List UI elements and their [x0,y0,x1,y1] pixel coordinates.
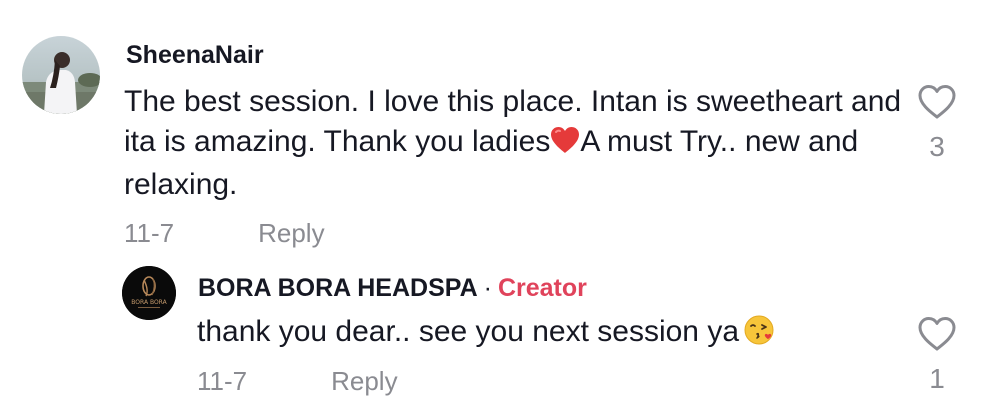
reply-reply-button[interactable]: Reply [331,364,397,398]
bora-bora-logo-icon: BORA BORA [122,266,176,320]
heart-outline-icon [918,317,956,351]
creator-badge: Creator [497,274,587,302]
comment-date: 11-7 [124,218,175,248]
comment-thread: SheenaNair The best session. I love this… [0,0,988,414]
comment-like-button[interactable] [914,84,960,125]
reply-like-count: 1 [929,363,945,394]
reply-username[interactable]: BORA BORA HEADSPA [198,274,478,302]
reply-like-button[interactable] [914,316,960,357]
comment-reply-button[interactable]: Reply [258,216,324,250]
comment-like-count: 3 [929,131,945,162]
reply-meta: 11-7 Reply [197,364,398,398]
reply-text: thank you dear.. see you next session ya [197,312,775,357]
reply-date: 11-7 [197,366,248,396]
comment-username[interactable]: SheenaNair [126,40,264,70]
avatar[interactable] [22,36,100,114]
reply-text-body: thank you dear.. see you next session ya [197,315,740,348]
logo-text: BORA BORA [131,299,167,306]
red-heart-emoji-icon [550,125,580,165]
separator-dot: · [483,274,492,302]
comment-meta: 11-7 Reply [124,216,325,250]
reply-avatar[interactable]: BORA BORA [122,266,176,320]
face-blowing-a-kiss-emoji-icon [743,314,775,357]
comment-text: The best session. I love this place. Int… [124,82,904,205]
reply-username-row: BORA BORA HEADSPA · Creator [198,272,587,304]
profile-photo-icon [22,36,100,114]
heart-outline-icon [918,85,956,119]
